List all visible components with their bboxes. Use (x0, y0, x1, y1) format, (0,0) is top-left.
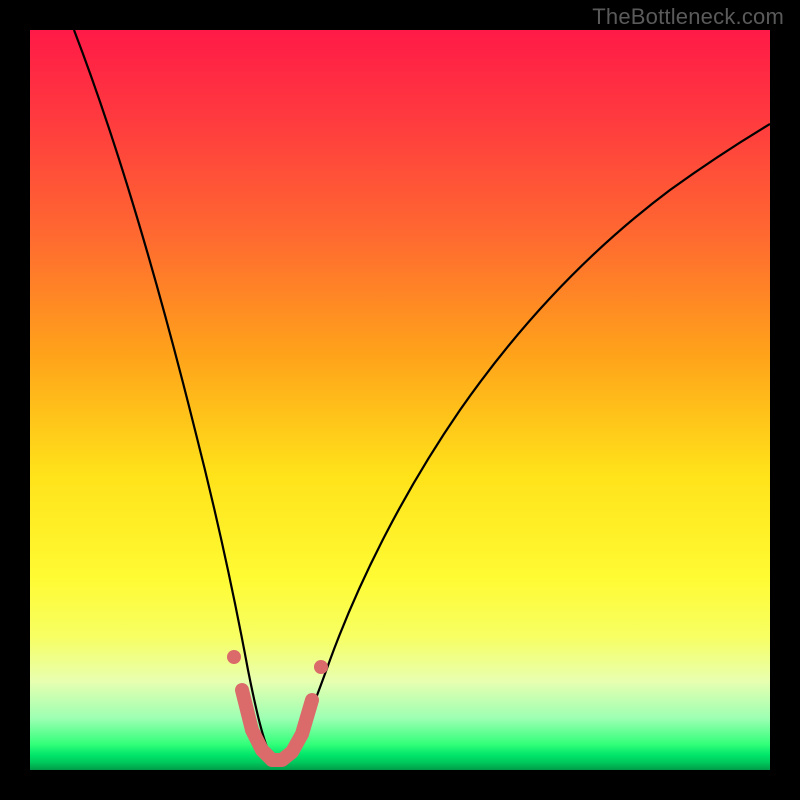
chart-frame: TheBottleneck.com (0, 0, 800, 800)
valley-dot-right (314, 660, 328, 674)
bottleneck-curve (74, 30, 770, 764)
plot-area (30, 30, 770, 770)
watermark-text: TheBottleneck.com (592, 4, 784, 30)
curve-layer (30, 30, 770, 770)
valley-dot-left (227, 650, 241, 664)
valley-highlight (242, 690, 312, 760)
